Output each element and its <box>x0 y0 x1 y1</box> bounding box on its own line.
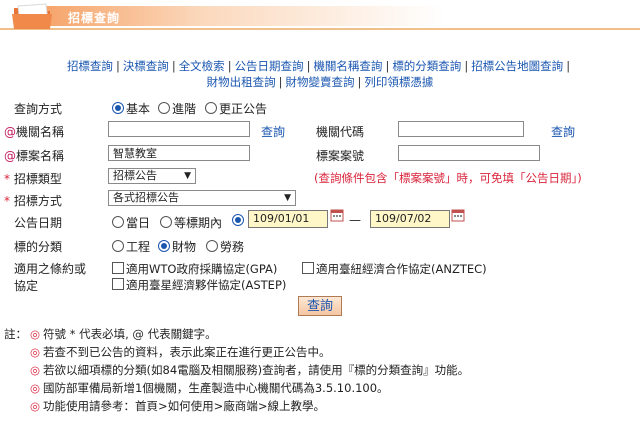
category-services[interactable]: 勞務 <box>206 238 244 255</box>
radio-icon <box>112 216 124 228</box>
calendar-icon[interactable] <box>330 208 344 222</box>
treaty-label-line2: 協定 <box>14 279 39 293</box>
case-name-input[interactable]: 智慧教室 <box>108 145 250 161</box>
date-to-input[interactable]: 109/07/02 <box>370 210 450 228</box>
date-range-dash: — <box>349 213 361 227</box>
tender-method-label: * 招標方式 <box>4 194 62 208</box>
chevron-down-icon: ▼ <box>284 193 291 203</box>
folder-icon <box>12 3 52 29</box>
agency-code-input[interactable] <box>398 121 524 137</box>
nav-link-award-query[interactable]: 決標查詢 <box>123 59 169 73</box>
tender-type-hint: (查詢條件包含「標案案號」時，可免填「公告日期」) <box>314 171 582 185</box>
tender-type-select[interactable]: 招標公告 ▼ <box>108 168 196 184</box>
nav-link-tender-query[interactable]: 招標查詢 <box>67 59 113 73</box>
nav-link-fulltext[interactable]: 全文檢索 <box>179 59 225 73</box>
note-item: ◎ 功能使用請參考：首頁>如何使用>廠商端>線上教學。 <box>30 399 325 413</box>
page-header: 招標查詢 <box>0 0 640 36</box>
category-label: 標的分類 <box>14 240 63 254</box>
radio-icon <box>206 240 218 252</box>
nav-link-date-query[interactable]: 公告日期查詢 <box>235 59 304 73</box>
notes-prefix: 註： <box>4 327 27 341</box>
radio-icon <box>160 216 172 228</box>
treaty-label-line1: 適用之條約或 <box>14 262 87 276</box>
nav-row-1: 招標查詢 | 決標查詢 | 全文檢索 | 公告日期查詢 | 機關名稱查詢 | 標的分類查詢 | 招標公告… <box>66 59 571 73</box>
search-button[interactable]: 查詢 <box>298 296 342 316</box>
agency-name-input[interactable] <box>108 121 250 137</box>
checkbox-icon <box>112 278 124 290</box>
radio-icon <box>112 102 124 114</box>
query-mode-basic[interactable]: 基本 <box>112 100 150 117</box>
header-divider <box>0 28 640 30</box>
category-engineering[interactable]: 工程 <box>112 238 150 255</box>
agency-code-label: 機關代碼 <box>316 125 365 139</box>
nav-link-agency-query[interactable]: 機關名稱查詢 <box>313 59 382 73</box>
case-no-label: 標案案號 <box>316 149 365 163</box>
chevron-down-icon: ▼ <box>184 171 191 181</box>
case-name-label: @標案名稱 <box>4 149 65 163</box>
case-no-input[interactable] <box>398 145 540 161</box>
category-goods[interactable]: 財物 <box>158 238 196 255</box>
nav-link-sale-query[interactable]: 財物變賣查詢 <box>286 75 355 89</box>
note-item: ◎ 若欲以細項標的分類(如84電腦及相關服務)查詢者，請使用『標的分類查詢』功能。 <box>30 363 470 377</box>
radio-icon <box>158 240 170 252</box>
page-title: 招標查詢 <box>68 11 121 25</box>
announce-date-in-period[interactable]: 等標期內 <box>160 214 222 231</box>
announce-date-label: 公告日期 <box>14 216 63 230</box>
nav-link-category-query[interactable]: 標的分類查詢 <box>392 59 461 73</box>
agency-name-label: @機關名稱 <box>4 125 65 139</box>
radio-icon <box>158 102 170 114</box>
checkbox-icon <box>112 262 124 274</box>
radio-icon <box>112 240 124 252</box>
nav-link-map-query[interactable]: 招標公告地圖查詢 <box>471 59 563 73</box>
treaty-anztec-checkbox[interactable]: 適用臺紐經濟合作協定(ANZTEC) <box>302 261 487 277</box>
note-item: ◎ 符號 * 代表必填, @ 代表關鍵字。 <box>30 327 217 341</box>
radio-icon <box>232 214 244 226</box>
treaty-astep-checkbox[interactable]: 適用臺星經濟夥伴協定(ASTEP) <box>112 277 286 293</box>
nav-row-2: 財物出租查詢 | 財物變賣查詢 | 列印領標憑據 <box>206 75 434 89</box>
note-item: ◎ 國防部軍備局新增1個機關，生產製造中心機關代碼為3.5.10.100。 <box>30 381 389 395</box>
tender-method-select[interactable]: 各式招標公告 ▼ <box>108 190 296 206</box>
announce-date-range-radio[interactable] <box>232 214 246 228</box>
tender-type-label: * 招標類型 <box>4 172 62 186</box>
announce-date-today[interactable]: 當日 <box>112 214 150 231</box>
nav-link-lease-query[interactable]: 財物出租查詢 <box>207 75 276 89</box>
checkbox-icon <box>302 262 314 274</box>
agency-name-lookup-link[interactable]: 查詢 <box>261 123 285 140</box>
query-mode-advanced[interactable]: 進階 <box>158 100 196 117</box>
date-from-input[interactable]: 109/01/01 <box>248 210 328 228</box>
treaty-gpa-checkbox[interactable]: 適用WTO政府採購協定(GPA) <box>112 261 277 277</box>
agency-code-lookup-link[interactable]: 查詢 <box>551 123 575 140</box>
nav-link-print-receipt[interactable]: 列印領標憑據 <box>364 75 433 89</box>
query-mode-correction[interactable]: 更正公告 <box>205 100 267 117</box>
radio-icon <box>205 102 217 114</box>
calendar-icon[interactable] <box>451 208 465 222</box>
query-mode-label: 查詢方式 <box>14 102 63 116</box>
note-item: ◎ 若查不到已公告的資料，表示此案正在進行更正公告中。 <box>30 345 331 359</box>
